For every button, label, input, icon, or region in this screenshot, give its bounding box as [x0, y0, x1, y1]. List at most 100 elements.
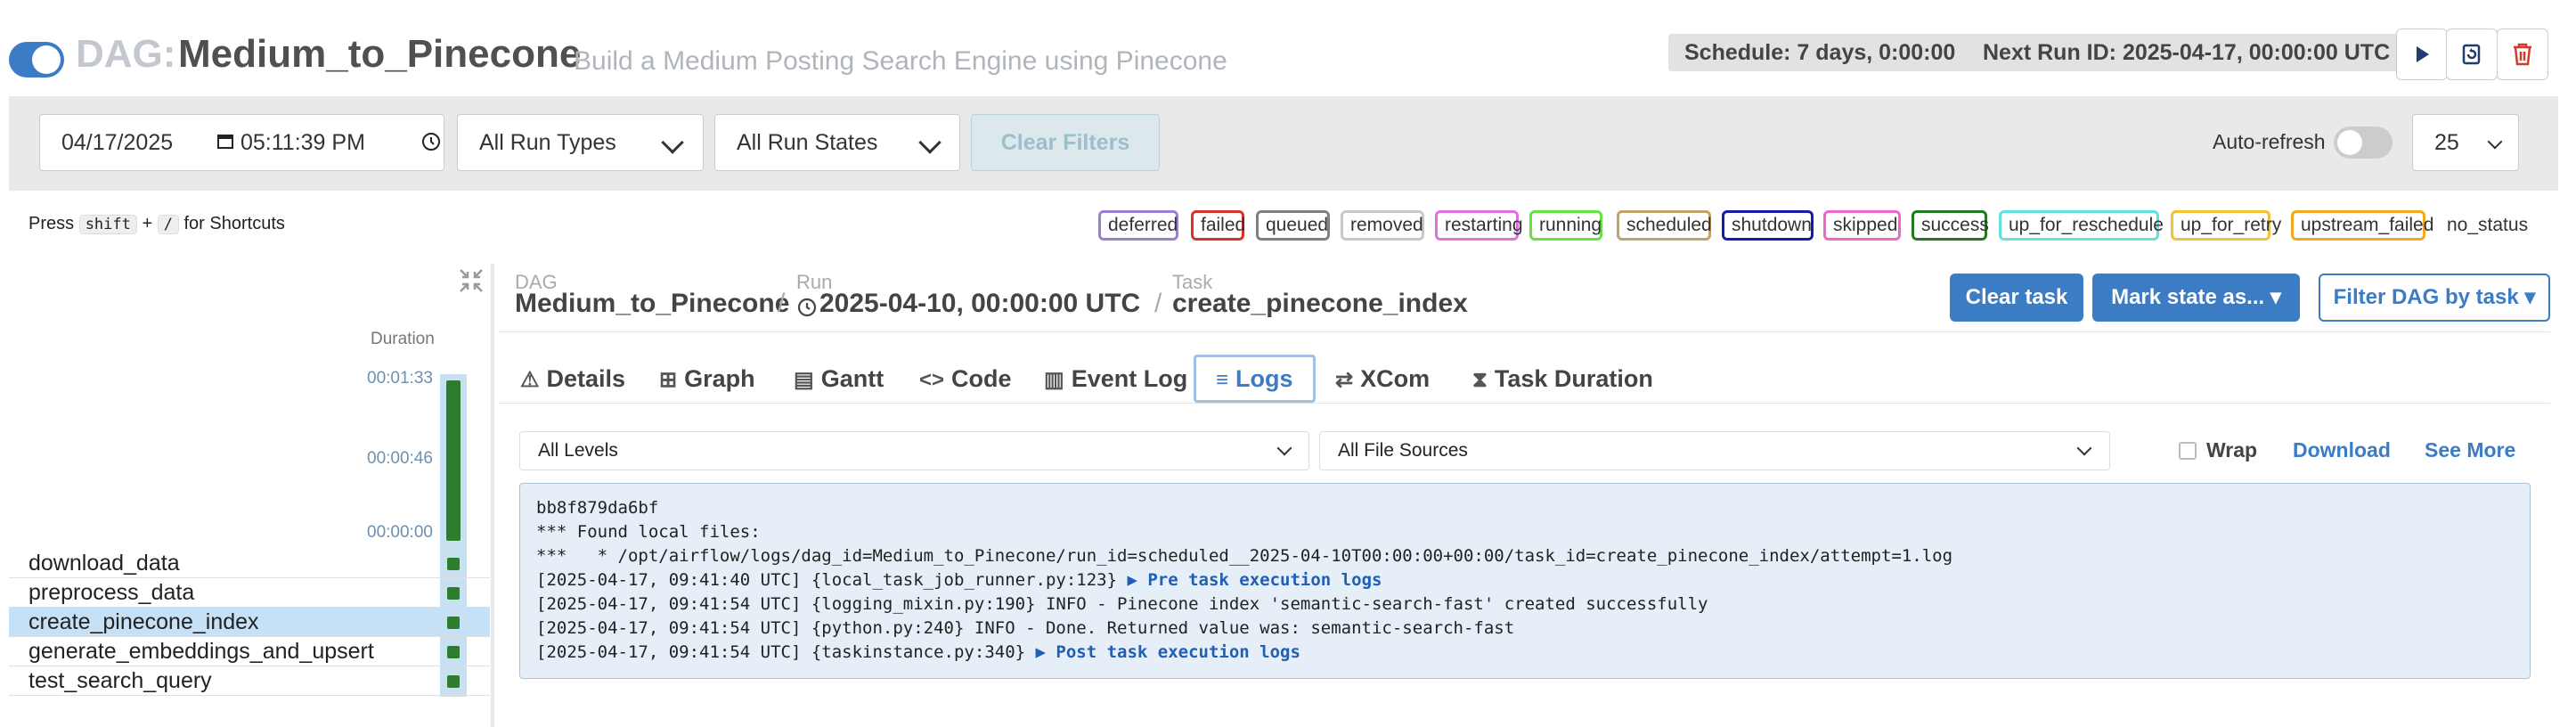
log-level-select[interactable]: All Levels: [519, 431, 1309, 470]
tab-label: Logs: [1235, 365, 1293, 392]
legend-item-shutdown[interactable]: shutdown: [1722, 210, 1814, 241]
tab-label: Task Duration: [1494, 365, 1653, 392]
log-source-select[interactable]: All File Sources: [1319, 431, 2110, 470]
legend-item-removed[interactable]: removed: [1341, 210, 1424, 241]
divider: [499, 331, 2550, 332]
log-line-text: [2025-04-17, 09:41:54 UTC] {taskinstance…: [536, 642, 1036, 662]
date-value: 04/17/2025: [61, 130, 174, 155]
tab-label: XCom: [1360, 365, 1431, 392]
breadcrumb-separator: /: [778, 289, 786, 318]
legend-item-queued[interactable]: queued: [1256, 210, 1330, 241]
legend-item-success[interactable]: success: [1912, 210, 1989, 241]
tab-gantt[interactable]: ▤ Gantt: [794, 355, 884, 403]
run-state-select[interactable]: All Run States: [714, 114, 960, 171]
clear-filters-button[interactable]: Clear Filters: [971, 114, 1160, 171]
task-row-download-data[interactable]: download_data: [9, 549, 490, 578]
mark-state-button[interactable]: Mark state as... ▾: [2092, 274, 2300, 322]
toggle-knob: [2337, 130, 2362, 155]
refresh-icon: [2462, 44, 2481, 65]
trash-icon: [2514, 43, 2531, 66]
log-level-value: All Levels: [538, 440, 618, 461]
wrap-label: Wrap: [2206, 438, 2258, 462]
legend-item-running[interactable]: running: [1529, 210, 1602, 241]
breadcrumb-run[interactable]: 2025-04-10, 00:00:00 UTC: [819, 289, 1140, 319]
task-row-preprocess-data[interactable]: preprocess_data: [9, 578, 490, 608]
breadcrumb-dag[interactable]: Medium_to_Pinecone: [515, 289, 789, 319]
tab-label: Code: [951, 365, 1012, 392]
toggle-knob: [32, 45, 61, 74]
tab-details[interactable]: ⚠ Details: [520, 355, 625, 403]
reparse-dag-button[interactable]: [2446, 29, 2498, 80]
clock-icon[interactable]: [421, 117, 441, 172]
see-more-link[interactable]: See More: [2425, 438, 2515, 462]
tab-icon: ▥: [1044, 368, 1064, 392]
play-icon: [2417, 46, 2429, 62]
tab-event-log[interactable]: ▥ Event Log: [1044, 355, 1187, 403]
delete-dag-button[interactable]: [2497, 29, 2548, 80]
legend-item-no-status[interactable]: no_status: [2437, 210, 2528, 241]
clear-task-button[interactable]: Clear task: [1950, 274, 2083, 322]
task-row-create-pinecone-index[interactable]: create_pinecone_index: [9, 608, 490, 637]
log-output: bb8f879da6bf *** Found local files: *** * …: [519, 483, 2531, 679]
tab-logs[interactable]: ≡ Logs: [1194, 355, 1316, 403]
run-state-value: All Run States: [737, 130, 878, 155]
filter-dag-button[interactable]: Filter DAG by task ▾: [2319, 274, 2550, 322]
log-group-toggle[interactable]: ▶ Post task execution logs: [1036, 642, 1300, 662]
run-duration-bar[interactable]: [446, 380, 461, 541]
tab-code[interactable]: <> Code: [919, 355, 1012, 403]
calendar-icon[interactable]: [216, 115, 234, 170]
chevron-down-icon: [2487, 134, 2503, 150]
trigger-dag-button[interactable]: [2396, 29, 2448, 80]
tab-label: Graph: [684, 365, 755, 392]
page-size-value: 25: [2434, 130, 2459, 155]
log-group-toggle[interactable]: ▶ Pre task execution logs: [1127, 570, 1382, 590]
task-instance-status-square[interactable]: [447, 587, 460, 600]
legend-item-up-for-reschedule[interactable]: up_for_reschedule: [1999, 210, 2164, 241]
shortcut-press-text: Press: [29, 214, 75, 233]
wrap-checkbox[interactable]: [2179, 442, 2197, 460]
chevron-down-icon: [918, 131, 942, 154]
log-line: [2025-04-17, 09:41:54 UTC] {logging_mixi…: [536, 592, 2514, 617]
legend-item-up-for-retry[interactable]: up_for_retry: [2171, 210, 2281, 241]
auto-refresh-label: Auto-refresh: [2213, 130, 2326, 153]
task-row-test-search-query[interactable]: test_search_query: [9, 666, 490, 696]
task-instance-status-square[interactable]: [447, 558, 460, 570]
tab-graph[interactable]: ⊞ Graph: [659, 355, 755, 403]
tab-icon: ⊞: [659, 368, 678, 392]
tab-xcom[interactable]: ⇄ XCom: [1335, 355, 1430, 403]
run-type-select[interactable]: All Run Types: [457, 114, 704, 171]
duration-tick: 00:00:00: [367, 523, 433, 542]
log-line-text: bb8f879da6bf: [536, 498, 659, 518]
log-line: *** * /opt/airflow/logs/dag_id=Medium_to…: [536, 544, 2514, 568]
panel-resize-handle[interactable]: [491, 264, 494, 727]
breadcrumb-task[interactable]: create_pinecone_index: [1172, 289, 1468, 319]
schedule-badge: Schedule: 7 days, 0:00:00: [1668, 34, 1972, 71]
tab-icon: ⚠: [520, 368, 540, 392]
legend-item-skipped[interactable]: skipped: [1823, 210, 1901, 241]
tab-task-duration[interactable]: ⧗ Task Duration: [1472, 355, 1653, 403]
task-instance-status-square[interactable]: [447, 617, 460, 629]
duration-tick: 00:00:46: [367, 449, 433, 468]
legend-item-deferred[interactable]: deferred: [1098, 210, 1178, 241]
log-line: *** Found local files:: [536, 520, 2514, 544]
legend-item-failed[interactable]: failed: [1191, 210, 1245, 241]
base-date-input[interactable]: 04/17/2025 05:11:39 PM: [39, 114, 444, 171]
auto-refresh-toggle[interactable]: [2334, 127, 2393, 159]
task-row-generate-embeddings-and-upsert[interactable]: generate_embeddings_and_upsert: [9, 637, 490, 666]
dag-enable-toggle[interactable]: [9, 42, 64, 78]
page-size-select[interactable]: 25: [2412, 114, 2519, 171]
chevron-down-icon: [2076, 440, 2092, 456]
legend-item-scheduled[interactable]: scheduled: [1617, 210, 1712, 241]
task-instance-status-square[interactable]: [447, 675, 460, 688]
chevron-down-icon: [661, 131, 684, 154]
shift-key: shift: [78, 215, 137, 234]
duration-tick: 00:01:33: [367, 369, 433, 388]
log-line-text: [2025-04-17, 09:41:40 UTC] {local_task_j…: [536, 570, 1128, 590]
log-line-text: *** Found local files:: [536, 522, 761, 542]
collapse-grid-icon[interactable]: [458, 267, 485, 298]
task-name: preprocess_data: [29, 580, 195, 605]
legend-item-upstream-failed[interactable]: upstream_failed: [2291, 210, 2433, 241]
task-instance-status-square[interactable]: [447, 646, 460, 658]
download-link[interactable]: Download: [2293, 438, 2391, 462]
legend-item-restarting[interactable]: restarting: [1435, 210, 1523, 241]
